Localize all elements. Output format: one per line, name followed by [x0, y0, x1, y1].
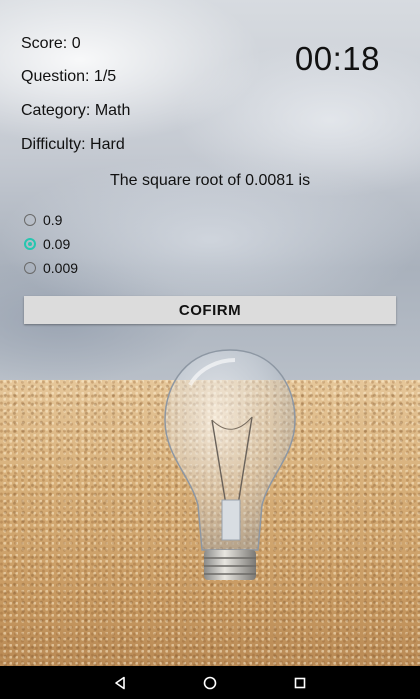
nav-back-button[interactable] [75, 666, 165, 699]
category-label: Category: Math [21, 102, 131, 119]
confirm-button[interactable]: COFIRM [24, 296, 396, 324]
answer-option-2[interactable]: 0.09 [24, 232, 78, 256]
radio-button-checked-icon[interactable] [24, 238, 36, 250]
difficulty-label: Difficulty: Hard [21, 136, 125, 153]
nav-recents-button[interactable] [255, 666, 345, 699]
question-text: The square root of 0.0081 is [109, 172, 311, 189]
nav-home-button[interactable] [165, 666, 255, 699]
recents-square-icon [294, 677, 306, 688]
system-navigation-bar [0, 666, 420, 699]
quiz-screen: Score: 0 Question: 1/5 Category: Math Di… [0, 0, 420, 699]
question-progress-label: Question: 1/5 [21, 68, 117, 85]
score-label: Score: 0 [21, 35, 81, 52]
answer-option-3[interactable]: 0.009 [24, 256, 78, 280]
radio-button-icon[interactable] [24, 214, 36, 226]
answer-options-group: 0.9 0.09 0.009 [24, 208, 78, 280]
back-triangle-icon [115, 676, 125, 689]
answer-option-label: 0.09 [43, 236, 71, 252]
home-circle-icon [203, 676, 217, 689]
radio-button-icon[interactable] [24, 262, 36, 274]
answer-option-1[interactable]: 0.9 [24, 208, 78, 232]
countdown-timer: 00:18 [294, 40, 380, 77]
answer-option-label: 0.009 [43, 260, 79, 276]
lightbulb-image [164, 349, 296, 580]
answer-option-label: 0.9 [43, 212, 63, 228]
